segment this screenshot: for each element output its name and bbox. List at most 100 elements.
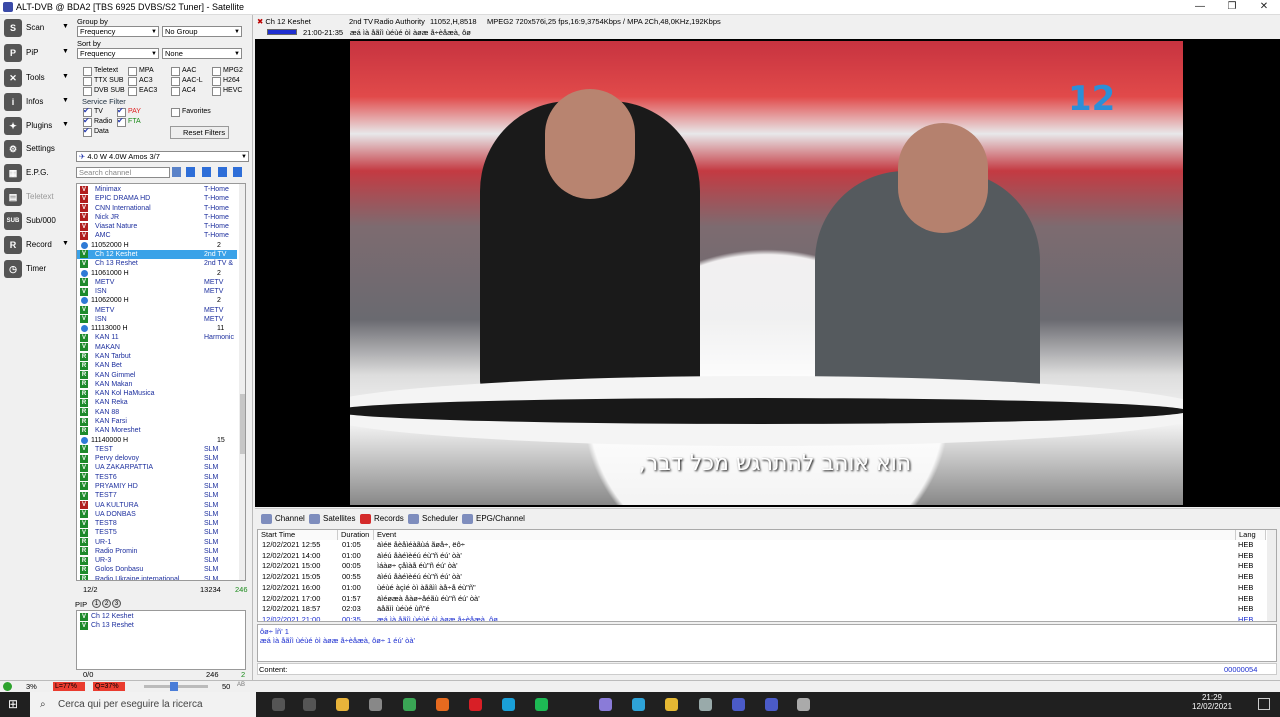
altdvb-icon[interactable] — [765, 698, 778, 711]
codec-filter-ac3[interactable]: AC3 — [128, 76, 153, 86]
group-option-select[interactable]: No Group ▼ — [162, 26, 242, 37]
channel-row[interactable]: V Nick JR T-Home — [77, 213, 237, 222]
taskbar-clock[interactable]: 21:29 12/02/2021 — [1192, 693, 1232, 711]
taskbar-search-input[interactable]: ⌕ Cerca qui per eseguire la ricerca — [30, 692, 256, 717]
sort-icon[interactable] — [202, 167, 211, 177]
channel-row[interactable]: R Radio Ukraine international SLM — [77, 575, 237, 580]
move-up-icon[interactable] — [218, 167, 227, 177]
channel-row[interactable]: R Golos Donbasu SLM — [77, 565, 237, 574]
netflix-icon[interactable] — [469, 698, 482, 711]
search-channel-input[interactable]: Search channel — [76, 167, 170, 178]
col-event[interactable]: Event — [374, 530, 1236, 540]
sidebar-item-timer[interactable]: ◷ Timer — [2, 258, 70, 280]
pip-slot-button[interactable]: 3 — [112, 599, 121, 608]
sidebar-item-tools[interactable]: ✕ Tools ▼ — [2, 67, 70, 89]
chevron-down-icon[interactable]: ▼ — [62, 48, 69, 55]
channel-row[interactable]: R KAN Reka — [77, 398, 237, 407]
pip-channel-list[interactable]: V Ch 12 Keshet V Ch 13 Reshet — [76, 610, 246, 670]
channel-list-scrollbar[interactable] — [239, 184, 245, 580]
col-lang[interactable]: Lang — [1236, 530, 1266, 540]
codec-filter-ac4[interactable]: AC4 — [171, 86, 196, 96]
codec-filter-mpa[interactable]: MPA — [128, 66, 154, 76]
app-icon[interactable] — [797, 698, 810, 711]
sidebar-item-scan[interactable]: S Scan ▼ — [2, 17, 70, 39]
channel-row[interactable]: R UR-3 SLM — [77, 556, 237, 565]
tab-channel[interactable]: Channel — [261, 514, 305, 524]
channel-row[interactable]: V Ch 13 Reshet 2nd TV & — [77, 259, 237, 268]
channel-row[interactable]: V ISN METV — [77, 287, 237, 296]
tab-satellites[interactable]: Satellites — [309, 514, 355, 524]
codec-filter-mpg2[interactable]: MPG2 — [212, 66, 243, 76]
channel-row[interactable]: V Pervy delovoy SLM — [77, 454, 237, 463]
codec-filter-aac-l[interactable]: AAC-L — [171, 76, 203, 86]
channel-row[interactable]: R KAN Gimmel — [77, 371, 237, 380]
fta-filter-checkbox[interactable]: FTA — [117, 116, 141, 127]
settings-app-icon[interactable] — [369, 698, 382, 711]
codec-filter-h264[interactable]: H264 — [212, 76, 240, 86]
channel-row[interactable]: V Minimax T-Home — [77, 185, 237, 194]
spotify-icon[interactable] — [535, 698, 548, 711]
channel-list[interactable]: V Minimax T-Home V EPIC DRAMA HD T-Home V CNN I… — [76, 183, 246, 581]
channel-row[interactable]: V ISN METV — [77, 315, 237, 324]
tab-records[interactable]: Records — [360, 514, 404, 524]
maximize-button[interactable]: ❐ — [1218, 1, 1246, 14]
sidebar-item-sub-000[interactable]: SUB Sub/000 — [2, 210, 70, 232]
group-by-select[interactable]: Frequency ▼ — [77, 26, 159, 37]
channel-row[interactable]: V METV METV — [77, 278, 237, 287]
app-icon[interactable] — [699, 698, 712, 711]
favorites-checkbox[interactable]: Favorites — [171, 107, 211, 117]
channel-row[interactable]: V AMC T-Home — [77, 231, 237, 240]
move-down-icon[interactable] — [233, 167, 242, 177]
codec-filter-eac3[interactable]: EAC3 — [128, 86, 157, 96]
epg-row[interactable]: 12/02/2021 16:00 01:00 ùéùé àçìé òì àåãìì … — [258, 583, 1266, 594]
firefox-icon[interactable] — [436, 698, 449, 711]
codec-filter-teletext[interactable]: Teletext — [83, 66, 118, 76]
channel-row[interactable]: V TEST8 SLM — [77, 519, 237, 528]
channel-row[interactable]: V UA ZAKARPATTIA SLM — [77, 463, 237, 472]
data-filter-checkbox[interactable]: Data — [83, 126, 109, 137]
channel-row[interactable]: V PRYAMIY HD SLM — [77, 482, 237, 491]
browser-icon[interactable] — [632, 698, 645, 711]
transponder-row[interactable]: 11062000 H 2 — [77, 296, 237, 305]
channel-row[interactable]: R KAN Kol HaMusica — [77, 389, 237, 398]
pip-slot-button[interactable]: 2 — [102, 599, 111, 608]
codec-filter-dvb-sub[interactable]: DVB SUB — [83, 86, 125, 96]
volume-slider-thumb[interactable] — [170, 682, 178, 691]
epg-table[interactable]: Start Time Duration Event Lang 12/02/202… — [257, 529, 1277, 622]
channel-row[interactable]: R KAN 88 — [77, 408, 237, 417]
chevron-down-icon[interactable]: ▼ — [62, 23, 69, 30]
transponder-row[interactable]: 11113000 H 11 — [77, 324, 237, 333]
epg-row[interactable]: 12/02/2021 18:57 02:03 äåãìì ùéùé ùñ"é HEB — [258, 604, 1266, 615]
refresh-icon[interactable] — [186, 167, 195, 177]
scrollbar-thumb[interactable] — [240, 394, 245, 454]
file-explorer-icon[interactable] — [336, 698, 349, 711]
col-duration[interactable]: Duration — [338, 530, 374, 540]
channel-row[interactable]: V UA KULTURA SLM — [77, 501, 237, 510]
sidebar-item-pip[interactable]: P PiP ▼ — [2, 42, 70, 64]
pay-filter-checkbox[interactable]: PAY — [117, 106, 141, 117]
epg-row[interactable]: 12/02/2021 21:00 00:35 æá ìà åãîì ùéùé òì … — [258, 615, 1266, 621]
close-button[interactable]: ✕ — [1250, 1, 1278, 14]
minimize-button[interactable]: — — [1186, 1, 1214, 14]
transponder-row[interactable]: 11052000 H 2 — [77, 241, 237, 250]
channel-row[interactable]: V Ch 12 Keshet 2nd TV — [77, 249, 237, 260]
channel-row[interactable]: V Viasat Nature T-Home — [77, 222, 237, 231]
sidebar-item-record[interactable]: R Record ▼ — [2, 234, 70, 256]
epg-scrollbar[interactable] — [1267, 530, 1276, 621]
cortana-icon[interactable] — [303, 698, 316, 711]
channel-row[interactable]: R UR-1 SLM — [77, 538, 237, 547]
chevron-down-icon[interactable]: ▼ — [62, 121, 69, 128]
codec-filter-hevc[interactable]: HEVC — [212, 86, 242, 96]
channel-row[interactable]: R KAN Tarbut — [77, 352, 237, 361]
channel-row[interactable]: V TEST5 SLM — [77, 528, 237, 537]
sort-by-select[interactable]: Frequency ▼ — [77, 48, 159, 59]
notification-icon[interactable] — [1258, 698, 1270, 710]
chevron-down-icon[interactable]: ▼ — [62, 73, 69, 80]
sidebar-item-infos[interactable]: i Infos ▼ — [2, 91, 70, 113]
epg-row[interactable]: 12/02/2021 15:00 00:05 ìáàø÷ çåìàå éù"ñ éú… — [258, 561, 1266, 572]
epg-row[interactable]: 12/02/2021 15:05 00:55 äìéú åàéìèéú éù"ñ é… — [258, 572, 1266, 583]
tab-epg-channel[interactable]: EPG/Channel — [462, 514, 525, 524]
col-start-time[interactable]: Start Time — [258, 530, 338, 540]
epg-row[interactable]: 12/02/2021 12:55 01:05 äìéë åèåìéàãùá ãøå÷… — [258, 540, 1266, 551]
satellite-select[interactable]: ✈ 4.0 W 4.0W Amos 3/7 ▼ — [76, 151, 249, 162]
